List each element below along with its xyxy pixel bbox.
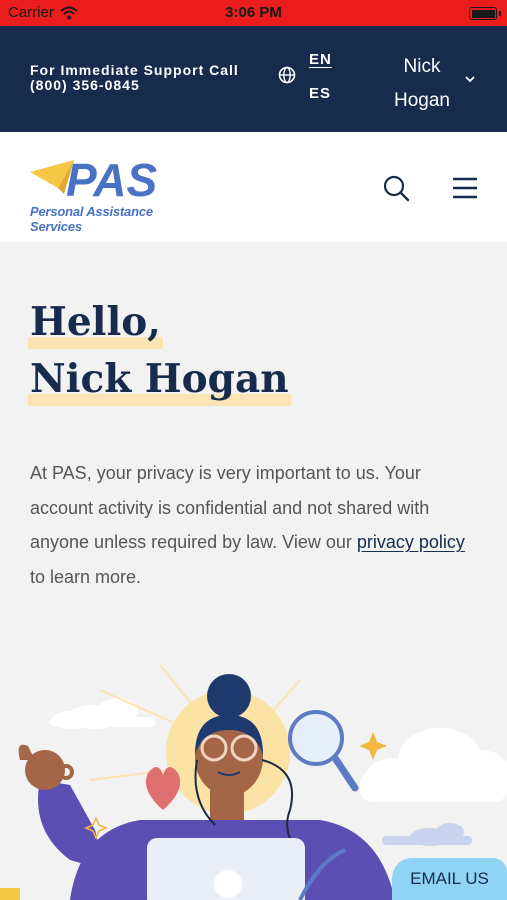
support-phone[interactable]: (800) 356-0845 [30, 78, 239, 93]
battery-icon [469, 7, 497, 20]
cloud-small [382, 823, 472, 846]
status-time: 3:06 PM [225, 4, 282, 21]
site-header: PAS Personal Assistance Services [0, 132, 507, 242]
battery-tip [499, 11, 501, 16]
logo-text: PAS [66, 154, 157, 204]
greeting-heading: Hello, Nick Hogan [28, 294, 291, 408]
user-first-name: Nick [403, 56, 441, 77]
support-band: For Immediate Support Call (800) 356-084… [0, 26, 507, 132]
greeting-line-2: Nick Hogan [28, 351, 291, 408]
chevron-down-icon [465, 76, 475, 83]
user-name: Nick Hogan [384, 50, 460, 118]
heart-icon [145, 766, 181, 810]
support-call-text[interactable]: For Immediate Support Call (800) 356-084… [30, 63, 239, 93]
magnifier-icon [288, 710, 359, 792]
support-line-1: For Immediate Support Call [30, 62, 239, 78]
globe-icon [278, 66, 296, 84]
privacy-policy-link[interactable]: privacy policy [357, 532, 465, 552]
privacy-text-after: to learn more. [30, 566, 142, 587]
email-us-button[interactable]: EMAIL US [392, 858, 507, 900]
language-es-link[interactable]: ES [309, 85, 331, 102]
language-en-link[interactable]: EN [309, 51, 332, 68]
pas-logo[interactable]: PAS Personal Assistance Services [28, 154, 190, 234]
cloud-right [360, 728, 507, 802]
privacy-notice: At PAS, your privacy is very important t… [30, 456, 480, 594]
hair-bun [207, 674, 251, 718]
logo-mark: PAS [30, 154, 157, 206]
hamburger-menu-icon[interactable] [451, 176, 479, 200]
cloud-left [50, 698, 156, 729]
sparkle-gold-icon [359, 732, 387, 760]
greeting-line-1: Hello, [28, 294, 163, 351]
logo-subtitle: Personal Assistance Services [30, 204, 153, 234]
search-icon[interactable] [382, 174, 410, 202]
user-menu-toggle[interactable]: Nick Hogan [384, 50, 484, 112]
status-bar: Carrier 3:06 PM [0, 0, 507, 26]
user-last-name: Hogan [394, 90, 450, 111]
